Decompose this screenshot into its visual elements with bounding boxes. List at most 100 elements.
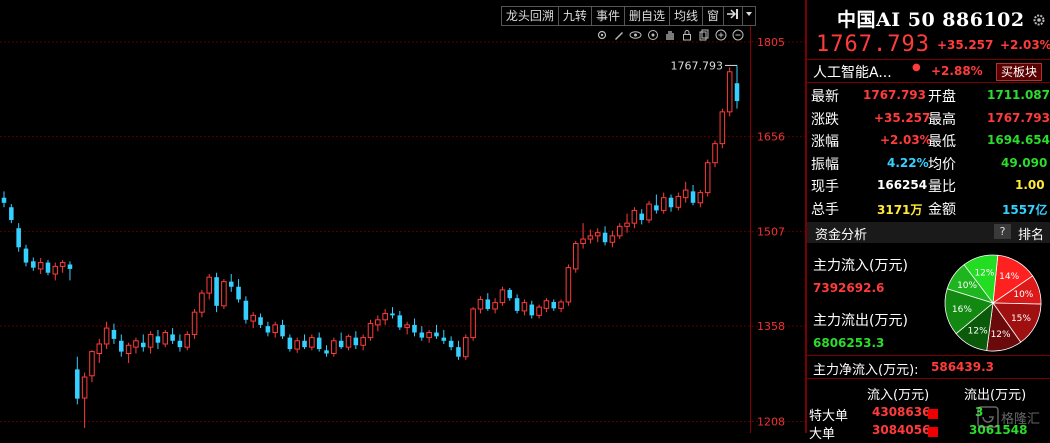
candle xyxy=(324,345,329,357)
candle-body xyxy=(609,235,616,243)
stat-value: 3171万 xyxy=(877,202,923,217)
candle xyxy=(184,331,191,351)
candle xyxy=(463,334,469,360)
gear-icon[interactable] xyxy=(1032,12,1046,31)
pie-slice-label: 10% xyxy=(1013,290,1033,300)
candle-body xyxy=(133,340,139,348)
stat-label: 现手 xyxy=(811,179,839,195)
candle xyxy=(89,350,95,383)
candle-body xyxy=(434,332,439,337)
candle xyxy=(119,334,124,357)
kline-chart-pane[interactable]: 龙头回溯 九转 事件 删自选 均线 窗 1805 1656 1507 1358 1208… xyxy=(0,0,805,433)
candle-body xyxy=(639,213,644,220)
candle xyxy=(631,207,638,229)
candle xyxy=(345,334,352,351)
candle xyxy=(499,286,506,306)
candle xyxy=(236,279,241,303)
pie-slice-label: 12% xyxy=(974,268,994,278)
candle-body xyxy=(558,301,564,309)
candle xyxy=(59,260,66,273)
pie-slice-label: 16% xyxy=(952,305,972,315)
candle xyxy=(140,334,146,352)
stat-value: +35.257 xyxy=(874,110,931,125)
pie-slice-label: 15% xyxy=(1011,314,1031,324)
candle xyxy=(280,319,285,339)
stat-row: 总手 3171万 金额 1557亿 xyxy=(807,197,1050,220)
candle-body xyxy=(353,337,359,346)
buy-sector-button[interactable]: 买板块 xyxy=(996,63,1042,81)
watermark-logo: 格隆汇 xyxy=(977,404,1045,430)
candle xyxy=(565,264,572,306)
candle-body xyxy=(654,205,659,211)
stat-label: 涨幅 xyxy=(811,134,839,150)
candlestick-chart[interactable]: 1805 1656 1507 1358 1208 1767.793 xyxy=(0,0,805,433)
divider xyxy=(807,378,1050,379)
candle-body xyxy=(191,311,198,335)
candle-body xyxy=(690,191,696,203)
stat-row: 现手 166254 量比 1.00 xyxy=(807,174,1050,197)
candle-body xyxy=(470,308,476,339)
candle xyxy=(67,261,73,281)
sector-row[interactable]: 人工智能A... ● +2.88% 买板块 xyxy=(807,60,1050,82)
candle-body xyxy=(103,327,110,345)
pie-slice-label: 12% xyxy=(968,327,988,337)
candle-body xyxy=(375,319,381,326)
fund-analysis-title[interactable]: 资金分析 xyxy=(815,224,867,243)
candle xyxy=(111,323,117,344)
candle xyxy=(23,244,29,267)
candle xyxy=(543,298,550,313)
candle xyxy=(382,308,388,325)
candle xyxy=(221,279,227,309)
candle-body xyxy=(360,337,366,346)
candle xyxy=(360,334,366,351)
candle xyxy=(529,300,535,319)
stat-label: 最低 xyxy=(928,134,956,150)
candle xyxy=(309,334,315,351)
stat-value: 1.00 xyxy=(1015,178,1045,192)
candle-body xyxy=(463,337,469,358)
candle-body xyxy=(594,232,601,237)
candle xyxy=(492,298,498,314)
candle-body xyxy=(338,340,344,348)
stat-row: 振幅 4.22% 均价 49.090 xyxy=(807,152,1050,175)
candle xyxy=(125,342,132,364)
candle-body xyxy=(221,281,227,307)
candle-body xyxy=(704,162,711,194)
ranking-button[interactable]: 排名 xyxy=(1018,224,1044,243)
price-axis-label: 1358 xyxy=(757,320,785,333)
candle xyxy=(690,184,696,206)
candle-body xyxy=(492,302,498,310)
candle xyxy=(287,334,293,352)
price-axis-divider xyxy=(750,26,751,433)
candle xyxy=(316,332,322,352)
candle-body xyxy=(543,300,550,309)
sector-name[interactable]: 人工智能A... xyxy=(813,62,892,82)
candle-body xyxy=(412,324,417,333)
candle-body xyxy=(521,302,528,312)
candle-body xyxy=(119,340,124,352)
candle xyxy=(624,213,630,233)
candle-body xyxy=(287,337,293,350)
divider xyxy=(807,82,1050,83)
candle-body xyxy=(75,369,80,399)
price-axis-label: 1507 xyxy=(757,225,785,238)
candle xyxy=(199,289,205,318)
candle xyxy=(162,329,169,348)
stat-value: 1694.654 xyxy=(987,133,1050,147)
candle-body xyxy=(529,304,535,316)
candle-body xyxy=(294,340,300,350)
stat-value: 166254 xyxy=(877,178,928,192)
candle-body xyxy=(59,262,66,267)
help-button[interactable]: ? xyxy=(994,224,1011,239)
candle xyxy=(1,191,7,208)
candle xyxy=(572,240,579,273)
candle-body xyxy=(485,299,491,309)
candle-body xyxy=(675,195,682,208)
candle-body xyxy=(324,350,329,354)
candle-body xyxy=(170,334,175,341)
candle xyxy=(81,372,88,428)
candle xyxy=(448,336,454,351)
candle-body xyxy=(31,261,36,268)
candle-body xyxy=(250,314,256,322)
candle xyxy=(412,318,417,337)
